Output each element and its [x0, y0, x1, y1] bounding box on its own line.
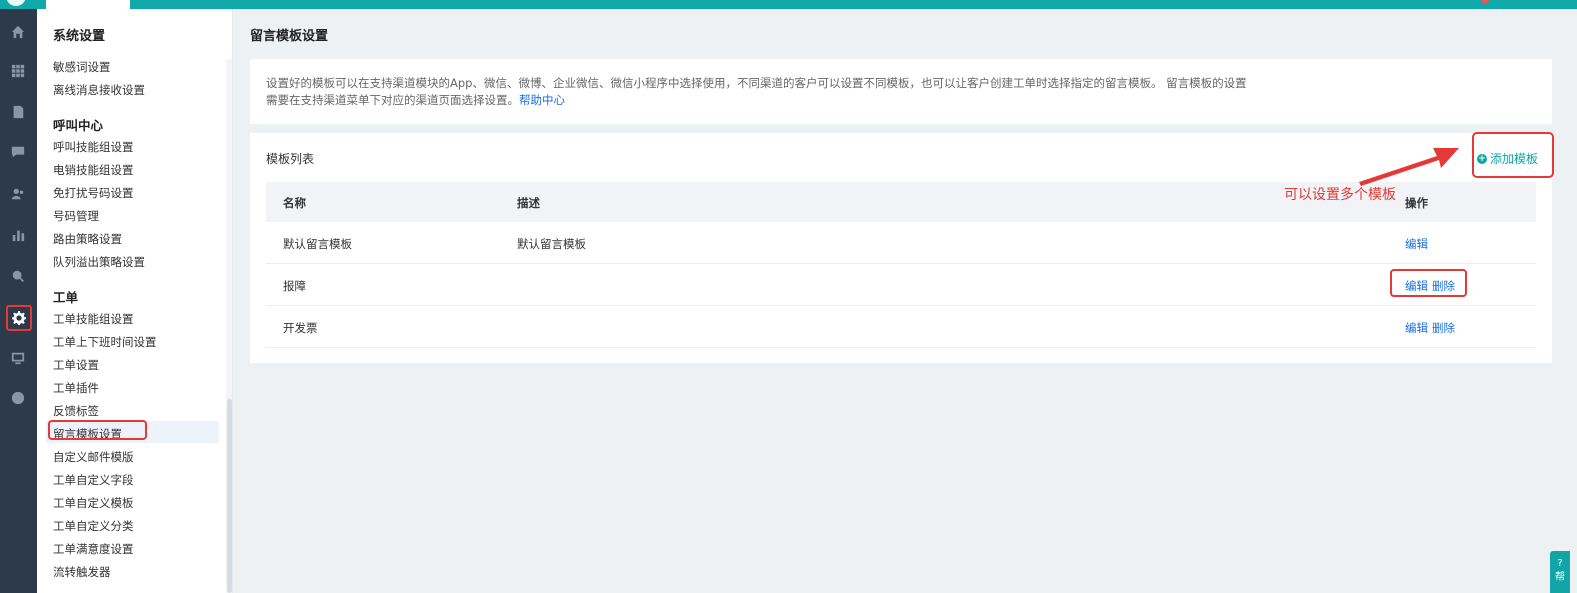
annotation-text: 可以设置多个模板	[1284, 187, 1396, 203]
column-header-desc: 描述	[517, 196, 540, 210]
row-desc: 默认留言模板	[517, 237, 586, 251]
sidebar-heading-call-center: 呼叫中心	[53, 118, 104, 133]
top-tab-active[interactable]	[46, 0, 130, 9]
highlight-box-row-actions	[1390, 269, 1467, 297]
highlight-box-sidebar	[48, 420, 147, 440]
top-bar	[0, 0, 1577, 9]
sidebar-item-ticket-skill-group[interactable]: 工单技能组设置	[53, 311, 134, 327]
question-icon: ?	[1557, 558, 1563, 569]
settings-sidebar: 系统设置 敏感词设置 离线消息接收设置 呼叫中心 呼叫技能组设置 电销技能组设置…	[37, 9, 233, 593]
row-name: 开发票	[283, 321, 318, 335]
sidebar-item-satisfaction[interactable]: 工单满意度设置	[53, 541, 134, 557]
page-title: 留言模板设置	[250, 29, 329, 44]
row-ops: 编辑 删除	[1405, 320, 1459, 336]
sidebar-item-ticket-settings[interactable]: 工单设置	[53, 357, 99, 373]
document-icon[interactable]	[8, 102, 28, 122]
column-header-ops: 操作	[1405, 196, 1428, 210]
sidebar-item-custom-email[interactable]: 自定义邮件模版	[53, 449, 134, 465]
logo-icon[interactable]	[6, 0, 26, 6]
sidebar-divider	[232, 9, 233, 593]
chat-icon[interactable]	[8, 142, 28, 162]
add-template-label: 添加模板	[1490, 152, 1539, 166]
sidebar-item-flow-trigger[interactable]: 流转触发器	[53, 564, 111, 580]
sidebar-item-sensitive-words[interactable]: 敏感词设置	[53, 59, 111, 75]
info-notice: 设置好的模板可以在支持渠道模块的App、微信、微博、企业微信、微信小程序中选择使…	[250, 59, 1552, 124]
search-people-icon[interactable]	[8, 266, 28, 286]
notification-badge[interactable]	[1481, 0, 1489, 4]
sidebar-heading-ticket: 工单	[53, 290, 79, 305]
sidebar-item-number-management[interactable]: 号码管理	[53, 208, 99, 224]
notice-line-2-text: 需要在支持渠道菜单下对应的渠道页面选择设置。	[266, 93, 519, 107]
sidebar-item-feedback-tags[interactable]: 反馈标签	[53, 403, 99, 419]
sidebar-item-offline-message[interactable]: 离线消息接收设置	[53, 82, 145, 98]
help-widget-label: 帮	[1555, 572, 1565, 583]
table-row: 报障 编辑 删除	[266, 264, 1536, 306]
edit-link[interactable]: 编辑	[1405, 321, 1428, 335]
plus-circle-icon: +	[1477, 153, 1487, 164]
notice-line-2: 需要在支持渠道菜单下对应的渠道页面选择设置。帮助中心	[266, 92, 1536, 109]
plugin-icon[interactable]	[8, 388, 28, 408]
users-icon[interactable]	[8, 184, 28, 204]
monitor-icon[interactable]	[8, 348, 28, 368]
help-center-link[interactable]: 帮助中心	[519, 93, 565, 107]
table-row: 开发票 编辑 删除	[266, 306, 1536, 348]
gear-icon[interactable]	[6, 305, 32, 331]
sidebar-item-ticket-work-hours[interactable]: 工单上下班时间设置	[53, 334, 157, 350]
column-header-name: 名称	[283, 196, 306, 210]
nav-rail	[0, 9, 37, 593]
template-table: 名称 描述 操作 默认留言模板 默认留言模板 编辑 报障 编辑 删除 开发票 编辑…	[266, 182, 1536, 348]
sidebar-item-ticket-plugin[interactable]: 工单插件	[53, 380, 99, 396]
sidebar-item-routing-strategy[interactable]: 路由策略设置	[53, 231, 122, 247]
sidebar-item-call-skill-group[interactable]: 呼叫技能组设置	[53, 139, 134, 155]
row-name: 报障	[283, 279, 306, 293]
sidebar-item-telesales-skill-group[interactable]: 电销技能组设置	[53, 162, 134, 178]
add-template-button[interactable]: + 添加模板	[1477, 150, 1538, 167]
help-widget[interactable]: ? 帮	[1550, 551, 1570, 593]
sidebar-item-custom-fields[interactable]: 工单自定义字段	[53, 472, 134, 488]
sidebar-item-custom-category[interactable]: 工单自定义分类	[53, 518, 134, 534]
sidebar-item-custom-template[interactable]: 工单自定义模板	[53, 495, 134, 511]
home-icon[interactable]	[8, 22, 28, 42]
card-title: 模板列表	[266, 152, 315, 166]
row-ops: 编辑	[1405, 236, 1432, 252]
sidebar-item-queue-overflow[interactable]: 队列溢出策略设置	[53, 254, 145, 270]
row-name: 默认留言模板	[283, 237, 352, 251]
edit-link[interactable]: 编辑	[1405, 237, 1428, 251]
delete-link[interactable]: 删除	[1432, 321, 1455, 335]
annotation-arrow-icon	[1359, 148, 1459, 186]
notice-line-1: 设置好的模板可以在支持渠道模块的App、微信、微博、企业微信、微信小程序中选择使…	[266, 76, 1247, 90]
table-row: 默认留言模板 默认留言模板 编辑	[266, 222, 1536, 264]
bar-chart-icon[interactable]	[8, 225, 28, 245]
sidebar-item-dnd-numbers[interactable]: 免打扰号码设置	[53, 185, 134, 201]
apps-grid-icon[interactable]	[8, 61, 28, 81]
sidebar-title: 系统设置	[53, 29, 106, 44]
